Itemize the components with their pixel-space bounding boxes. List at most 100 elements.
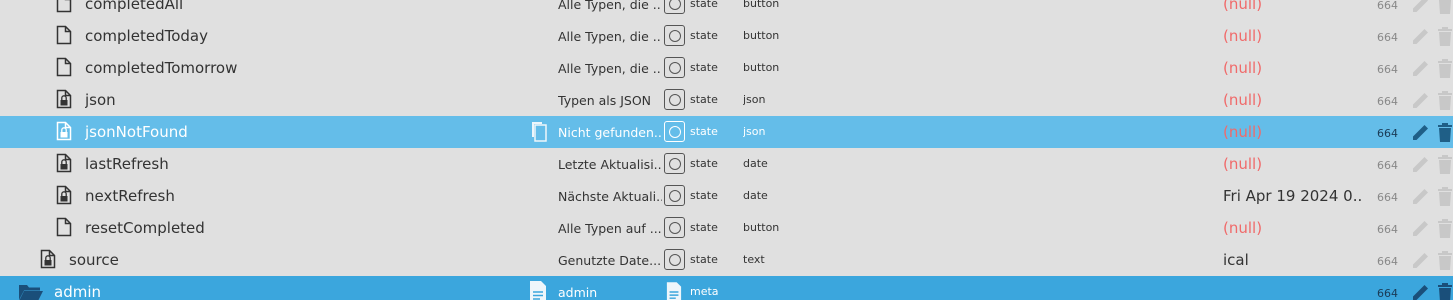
- table-row[interactable]: completedTomorrow Alle Typen, die ... st…: [0, 52, 1453, 84]
- file-icon: [56, 57, 72, 77]
- object-name: lastRefresh: [85, 155, 169, 173]
- state-type-icon: [664, 153, 685, 174]
- object-acl: 664: [1377, 223, 1398, 236]
- trash-icon[interactable]: [1437, 0, 1453, 14]
- object-value[interactable]: Fri Apr 19 2024 0...: [1223, 187, 1363, 205]
- table-row-selected[interactable]: jsonNotFound Nicht gefunden... state jso…: [0, 116, 1453, 148]
- trash-icon[interactable]: [1437, 58, 1453, 78]
- folder-row[interactable]: admin admin meta 664: [0, 276, 1453, 300]
- object-value[interactable]: (null): [1223, 0, 1363, 13]
- locked-file-icon: [40, 249, 56, 269]
- state-type-icon: [664, 185, 685, 206]
- object-value[interactable]: (null): [1223, 91, 1363, 109]
- locked-file-icon: [56, 185, 72, 205]
- pencil-icon[interactable]: [1411, 218, 1431, 238]
- pencil-icon[interactable]: [1411, 282, 1431, 300]
- trash-icon[interactable]: [1437, 154, 1453, 174]
- object-value[interactable]: (null): [1223, 219, 1363, 237]
- object-value[interactable]: (null): [1223, 27, 1363, 45]
- trash-icon[interactable]: [1437, 122, 1453, 142]
- object-type: state: [690, 253, 718, 266]
- object-type: state: [690, 221, 718, 234]
- pencil-icon[interactable]: [1411, 250, 1431, 270]
- file-icon: [56, 25, 72, 45]
- folder-description: admin: [558, 285, 598, 300]
- table-row[interactable]: json Typen als JSON state json (null) 66…: [0, 84, 1453, 116]
- object-acl: 664: [1377, 255, 1398, 268]
- object-type: state: [690, 29, 718, 42]
- object-description: Genutzte Date...: [558, 253, 662, 268]
- object-type: state: [690, 0, 718, 10]
- locked-file-icon: [56, 153, 72, 173]
- object-value[interactable]: (null): [1223, 155, 1363, 173]
- pencil-icon[interactable]: [1411, 90, 1431, 110]
- table-row[interactable]: completedAll Alle Typen, die ... state b…: [0, 0, 1453, 20]
- copy-icon[interactable]: [529, 120, 549, 142]
- object-description: Alle Typen, die ...: [558, 29, 662, 44]
- trash-icon[interactable]: [1437, 186, 1453, 206]
- object-acl: 664: [1377, 159, 1398, 172]
- table-row[interactable]: source Genutzte Date... state text ical …: [0, 244, 1453, 276]
- state-type-icon: [664, 25, 685, 46]
- folder-name: admin: [54, 283, 101, 300]
- trash-icon[interactable]: [1437, 90, 1453, 110]
- table-row[interactable]: lastRefresh Letzte Aktualisi... state da…: [0, 148, 1453, 180]
- object-name: nextRefresh: [85, 187, 175, 205]
- object-value[interactable]: (null): [1223, 59, 1363, 77]
- trash-icon[interactable]: [1437, 250, 1453, 270]
- object-role: button: [743, 221, 780, 234]
- meta-document-icon: [666, 282, 682, 300]
- object-acl: 664: [1377, 63, 1398, 76]
- object-acl: 664: [1377, 0, 1398, 12]
- object-name: resetCompleted: [85, 219, 205, 237]
- object-acl: 664: [1377, 191, 1398, 204]
- object-value[interactable]: (null): [1223, 123, 1363, 141]
- trash-icon[interactable]: [1437, 26, 1453, 46]
- locked-file-icon: [56, 121, 72, 141]
- object-role: button: [743, 0, 780, 10]
- object-type: state: [690, 157, 718, 170]
- pencil-icon[interactable]: [1411, 58, 1431, 78]
- object-role: button: [743, 29, 780, 42]
- object-name: source: [69, 251, 119, 269]
- state-type-icon: [664, 0, 685, 14]
- object-role: json: [743, 93, 766, 106]
- table-row[interactable]: nextRefresh Nächste Aktuali... state dat…: [0, 180, 1453, 212]
- object-description: Typen als JSON: [558, 93, 652, 108]
- object-type: state: [690, 189, 718, 202]
- object-description: Alle Typen, die ...: [558, 0, 662, 12]
- state-type-icon: [664, 57, 685, 78]
- pencil-icon[interactable]: [1411, 186, 1431, 206]
- file-icon: [56, 0, 72, 13]
- object-type: state: [690, 61, 718, 74]
- object-type: state: [690, 93, 718, 106]
- object-role: date: [743, 189, 768, 202]
- state-type-icon: [664, 89, 685, 110]
- folder-open-icon: [19, 285, 43, 300]
- object-name: jsonNotFound: [85, 123, 188, 141]
- object-description: Nicht gefunden...: [558, 125, 662, 140]
- object-description: Alle Typen, die ...: [558, 61, 662, 76]
- object-name: completedTomorrow: [85, 59, 238, 77]
- object-type: state: [690, 125, 718, 138]
- folder-type: meta: [690, 285, 719, 298]
- state-type-icon: [664, 121, 685, 142]
- object-acl: 664: [1377, 31, 1398, 44]
- object-role: button: [743, 61, 780, 74]
- pencil-icon[interactable]: [1411, 0, 1431, 14]
- object-value[interactable]: ical: [1223, 251, 1363, 269]
- object-acl: 664: [1377, 95, 1398, 108]
- object-role: text: [743, 253, 765, 266]
- object-name: completedAll: [85, 0, 184, 13]
- table-row[interactable]: completedToday Alle Typen, die ... state…: [0, 20, 1453, 52]
- trash-icon[interactable]: [1437, 218, 1453, 238]
- pencil-icon[interactable]: [1411, 122, 1431, 142]
- object-description: Letzte Aktualisi...: [558, 157, 662, 172]
- trash-icon[interactable]: [1437, 282, 1453, 300]
- object-name: completedToday: [85, 27, 208, 45]
- table-row[interactable]: resetCompleted Alle Typen auf ... state …: [0, 212, 1453, 244]
- object-description: Nächste Aktuali...: [558, 189, 662, 204]
- pencil-icon[interactable]: [1411, 154, 1431, 174]
- pencil-icon[interactable]: [1411, 26, 1431, 46]
- state-type-icon: [664, 217, 685, 238]
